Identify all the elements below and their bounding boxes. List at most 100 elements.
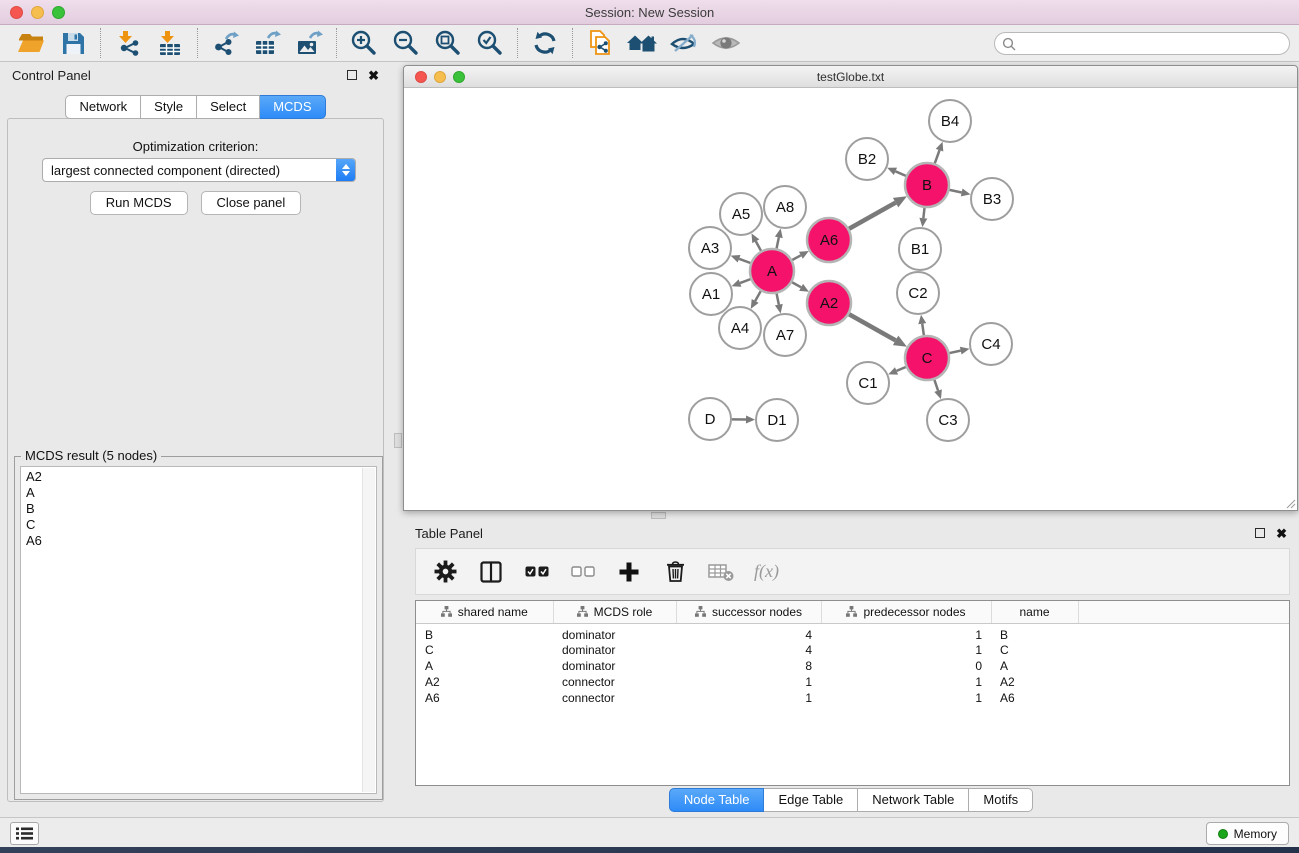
tab-select[interactable]: Select [197,95,260,119]
graph-edge-A-A2[interactable] [792,282,809,291]
delete-table-button[interactable] [708,559,734,585]
tab-mcds[interactable]: MCDS [260,95,325,119]
graph-node-C1[interactable]: C1 [847,362,889,404]
task-history-button[interactable] [10,822,39,845]
duplicate-network-button[interactable] [582,27,618,59]
table-cell[interactable]: 1 [821,642,991,658]
graph-node-B[interactable]: B [905,163,949,207]
graph-node-A1[interactable]: A1 [690,273,732,315]
graph-node-C2[interactable]: C2 [897,272,939,314]
horizontal-split-handle[interactable] [394,433,402,448]
table-cell[interactable]: A2 [991,674,1078,690]
vertical-split-handle[interactable] [651,512,666,519]
table-cell[interactable]: dominator [553,642,676,658]
table-settings-button[interactable] [432,559,458,585]
graph-node-C[interactable]: C [905,336,949,380]
table-row[interactable]: Cdominator41C [416,642,1289,658]
mcds-result-item[interactable]: A [26,485,371,501]
graph-node-B2[interactable]: B2 [846,138,888,180]
column-header-shared-name[interactable]: shared name [416,601,553,623]
export-image-button[interactable] [291,27,327,59]
zoom-in-button[interactable] [346,27,382,59]
table-cell[interactable]: 1 [676,674,821,690]
table-cell[interactable]: B [416,623,553,642]
graph-node-A4[interactable]: A4 [719,307,761,349]
table-cell[interactable]: A6 [416,690,553,706]
network-close-icon[interactable] [415,71,427,83]
graph-node-A6[interactable]: A6 [807,218,851,262]
graph-node-B1[interactable]: B1 [899,228,941,270]
table-cell[interactable]: 0 [821,658,991,674]
table-row[interactable]: Adominator80A [416,658,1289,674]
add-column-button[interactable] [616,559,642,585]
tab-network[interactable]: Network [65,95,141,119]
show-columns-button[interactable] [478,559,504,585]
close-window-icon[interactable] [10,6,23,19]
delete-columns-button[interactable] [662,559,688,585]
table-cell[interactable]: A [416,658,553,674]
mcds-result-item[interactable]: C [26,517,371,533]
table-cell[interactable]: connector [553,690,676,706]
close-panel-icon[interactable]: ✖ [368,69,379,82]
tab-network-table[interactable]: Network Table [858,788,969,812]
export-network-button[interactable] [207,27,243,59]
mcds-result-item[interactable]: A2 [26,469,371,485]
table-cell[interactable]: 4 [676,623,821,642]
select-all-button[interactable] [524,559,550,585]
graph-edge-B-B1[interactable] [919,208,927,227]
column-header-mcds-role[interactable]: MCDS role [553,601,676,623]
table-cell[interactable]: 8 [676,658,821,674]
table-cell[interactable]: B [991,623,1078,642]
graph-edge-A-A5[interactable] [752,233,762,250]
deselect-all-button[interactable] [570,559,596,585]
memory-button[interactable]: Memory [1206,822,1289,845]
close-table-panel-icon[interactable]: ✖ [1276,527,1287,540]
graph-node-A7[interactable]: A7 [764,314,806,356]
graph-edge-B-B2[interactable] [887,168,906,176]
graph-edge-C-C3[interactable] [934,380,942,399]
graph-node-B4[interactable]: B4 [929,100,971,142]
float-table-panel-icon[interactable] [1255,528,1265,538]
table-cell[interactable]: dominator [553,658,676,674]
mcds-result-item[interactable]: B [26,501,371,517]
graph-node-A8[interactable]: A8 [764,186,806,228]
table-cell[interactable]: 4 [676,642,821,658]
table-row[interactable]: A6connector11A6 [416,690,1289,706]
graph-edge-A-A3[interactable] [731,255,751,263]
graph-node-A[interactable]: A [750,249,794,293]
import-table-button[interactable] [152,27,188,59]
table-cell[interactable]: 1 [676,690,821,706]
graph-node-C4[interactable]: C4 [970,323,1012,365]
network-minimize-icon[interactable] [434,71,446,83]
minimize-window-icon[interactable] [31,6,44,19]
column-header-name[interactable]: name [991,601,1078,623]
table-cell[interactable]: dominator [553,623,676,642]
column-header-successor-nodes[interactable]: successor nodes [676,601,821,623]
table-cell[interactable]: connector [553,674,676,690]
float-panel-icon[interactable] [347,70,357,80]
hide-glasses-button[interactable] [666,27,702,59]
table-cell[interactable]: A2 [416,674,553,690]
graph-edge-C-C4[interactable] [949,347,969,355]
tab-motifs[interactable]: Motifs [969,788,1033,812]
table-cell[interactable]: A6 [991,690,1078,706]
graph-node-B3[interactable]: B3 [971,178,1013,220]
column-header-predecessor-nodes[interactable]: predecessor nodes [821,601,991,623]
refresh-view-button[interactable] [527,27,563,59]
show-eye-button[interactable] [708,27,744,59]
export-table-button[interactable] [249,27,285,59]
graph-edge-C-C1[interactable] [888,367,906,375]
mcds-result-item[interactable]: A6 [26,533,371,549]
graph-edge-A-A7[interactable] [775,294,783,314]
graph-node-A2[interactable]: A2 [807,281,851,325]
table-cell[interactable]: A [991,658,1078,674]
graph-node-A5[interactable]: A5 [720,193,762,235]
close-panel-button[interactable]: Close panel [201,191,302,215]
graph-node-D[interactable]: D [689,398,731,440]
zoom-window-icon[interactable] [52,6,65,19]
table-cell[interactable]: C [416,642,553,658]
graph-edge-C-C2[interactable] [918,315,926,335]
table-row[interactable]: A2connector11A2 [416,674,1289,690]
save-session-button[interactable] [55,27,91,59]
graph-edge-A-A8[interactable] [775,229,783,249]
